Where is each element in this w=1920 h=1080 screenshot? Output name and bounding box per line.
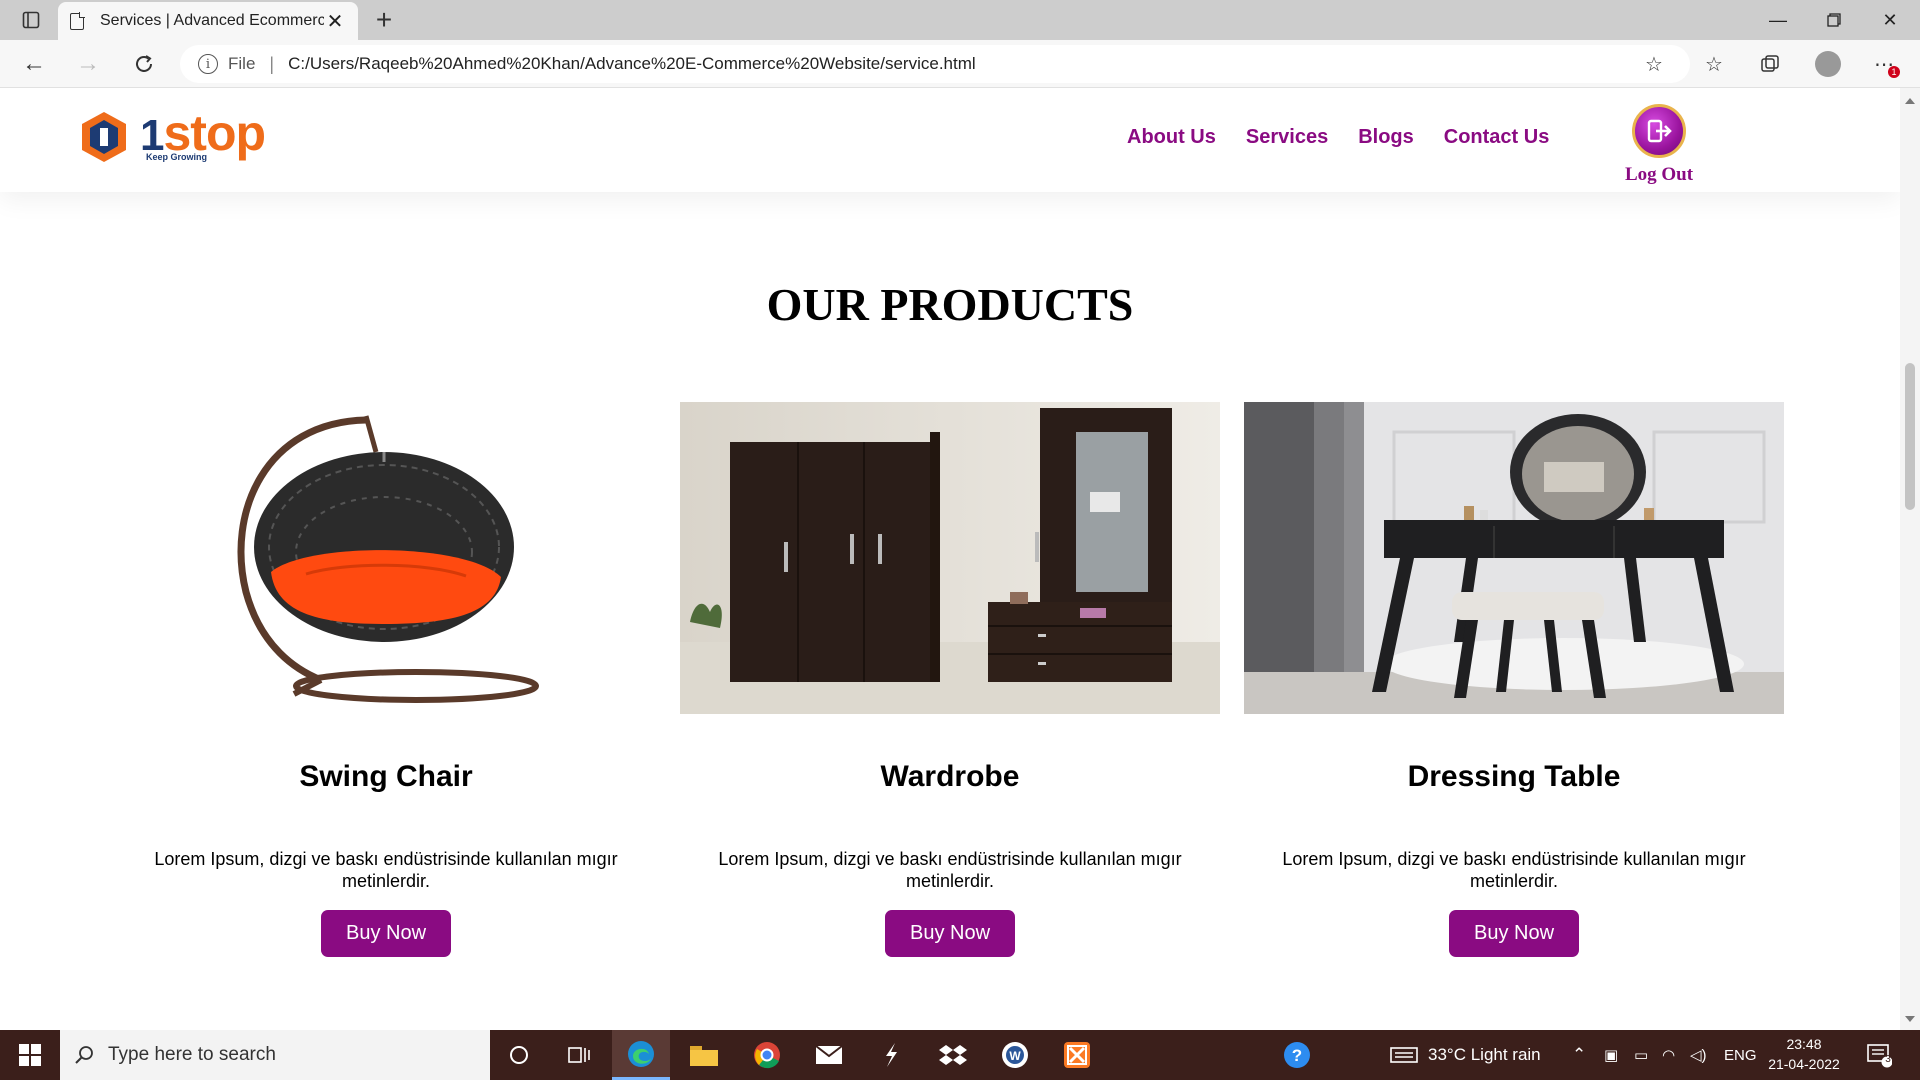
product-name: Swing Chair	[299, 760, 473, 793]
wifi-icon[interactable]: ◠	[1662, 1030, 1675, 1080]
clock-date: 21-04-2022	[1768, 1056, 1840, 1072]
chrome-icon[interactable]	[738, 1030, 796, 1080]
clock-time: 23:48	[1786, 1036, 1822, 1052]
scroll-down-icon[interactable]	[1905, 1016, 1915, 1022]
taskbar-search-input[interactable]: Type here to search	[60, 1030, 490, 1080]
buy-now-button[interactable]: Buy Now	[884, 910, 1016, 957]
language-indicator[interactable]: ENG	[1724, 1030, 1757, 1080]
restore-icon[interactable]	[1806, 0, 1862, 40]
buy-now-button[interactable]: Buy Now	[1448, 910, 1580, 957]
refresh-icon[interactable]	[126, 46, 162, 82]
task-view-icon[interactable]	[550, 1030, 608, 1080]
weather-icon	[1390, 1047, 1418, 1063]
file-explorer-icon[interactable]	[675, 1030, 733, 1080]
dropbox-icon[interactable]	[924, 1030, 982, 1080]
search-icon	[75, 1046, 93, 1064]
browser-tab-bar: Services | Advanced Ecommerce ✕ + — ✕	[0, 0, 1920, 40]
site-info-icon[interactable]: i	[198, 54, 218, 74]
url-separator: |	[269, 53, 275, 74]
taskbar-clock[interactable]: 23:48 21-04-2022	[1764, 1034, 1844, 1074]
buy-now-button[interactable]: Buy Now	[320, 910, 452, 957]
tab-close-icon[interactable]: ✕	[324, 9, 346, 34]
new-tab-button[interactable]: +	[368, 4, 400, 36]
windows-start-icon[interactable]	[0, 1030, 60, 1080]
browser-tab[interactable]: Services | Advanced Ecommerce ✕	[58, 2, 358, 40]
word-icon[interactable]: W	[986, 1030, 1044, 1080]
notification-count: 3	[1885, 1054, 1891, 1065]
search-placeholder: Type here to search	[108, 1044, 276, 1065]
help-icon[interactable]: ?	[1268, 1030, 1326, 1080]
page-scrollbar[interactable]	[1900, 88, 1920, 1030]
main-nav: About Us Services Blogs Contact Us	[1127, 126, 1579, 149]
forward-icon[interactable]: →	[70, 46, 106, 82]
volume-icon[interactable]: ◁)	[1690, 1030, 1707, 1080]
weather-widget[interactable]: 33°C Light rain	[1390, 1030, 1541, 1080]
window-close-icon[interactable]: ✕	[1862, 0, 1918, 40]
mail-icon[interactable]	[800, 1030, 858, 1080]
section-title: OUR PRODUCTS	[766, 279, 1134, 330]
nav-contact-us[interactable]: Contact Us	[1444, 126, 1550, 149]
notification-badge: 1	[1888, 66, 1900, 78]
tab-title: Services | Advanced Ecommerce	[100, 12, 324, 29]
scrollbar-thumb[interactable]	[1905, 363, 1915, 510]
product-name: Dressing Table	[1407, 760, 1621, 793]
cortana-icon[interactable]	[490, 1030, 548, 1080]
swing-chair-image	[116, 402, 656, 714]
nav-about-us[interactable]: About Us	[1127, 126, 1216, 149]
logout-button[interactable]: Log Out	[1622, 104, 1696, 186]
url-scheme: File	[228, 54, 256, 73]
add-favorite-icon[interactable]: ☆	[1640, 50, 1668, 78]
svg-text:?: ?	[1292, 1046, 1302, 1065]
taskbar: Type here to search W ? 33°C Light rain …	[0, 1030, 1920, 1080]
battery-icon[interactable]: ▭	[1634, 1030, 1648, 1080]
tray-chevron-icon[interactable]: ⌃	[1572, 1030, 1586, 1080]
profile-icon[interactable]	[1814, 50, 1842, 78]
page-viewport: 1stop Keep Growing About Us Services Blo…	[0, 88, 1900, 1030]
dressing-table-image	[1244, 402, 1784, 714]
site-logo[interactable]: 1stop Keep Growing	[80, 104, 266, 168]
url-text: C:/Users/Raqeeb%20Ahmed%20Khan/Advance%2…	[288, 54, 976, 73]
address-bar-row: ← → i File | C:/Users/Raqeeb%20Ahmed%20K…	[0, 40, 1920, 88]
product-card-wardrobe: Wardrobe Lorem Ipsum, dizgi ve baskı end…	[680, 402, 1220, 957]
xampp-icon[interactable]	[1048, 1030, 1106, 1080]
back-icon[interactable]: ←	[16, 46, 52, 82]
logo-hexagon-icon	[82, 112, 126, 162]
tab-actions-icon[interactable]	[12, 6, 50, 34]
edge-browser-icon[interactable]	[612, 1030, 670, 1080]
notification-center-icon[interactable]: 3	[1866, 1030, 1892, 1080]
product-card-dressing-table: Dressing Table Lorem Ipsum, dizgi ve bas…	[1244, 402, 1784, 957]
product-description: Lorem Ipsum, dizgi ve baskı endüstrisind…	[154, 849, 618, 891]
logo-tagline: Keep Growing	[146, 152, 208, 162]
svg-text:W: W	[1009, 1049, 1021, 1063]
logout-icon[interactable]	[1632, 104, 1686, 158]
product-name: Wardrobe	[880, 760, 1020, 793]
wardrobe-image	[680, 402, 1220, 714]
document-icon	[70, 11, 85, 30]
product-description: Lorem Ipsum, dizgi ve baskı endüstrisind…	[1282, 849, 1746, 891]
logout-label: Log Out	[1624, 164, 1694, 185]
favorites-icon[interactable]: ☆	[1700, 50, 1728, 78]
vscode-icon[interactable]	[862, 1030, 920, 1080]
scroll-up-icon[interactable]	[1905, 98, 1915, 104]
product-card-swing-chair: Swing Chair Lorem Ipsum, dizgi ve baskı …	[116, 402, 656, 957]
tray-usb-icon[interactable]: ▣	[1604, 1030, 1618, 1080]
minimize-icon[interactable]: —	[1750, 0, 1806, 40]
site-header: 1stop Keep Growing About Us Services Blo…	[0, 88, 1900, 192]
nav-services[interactable]: Services	[1246, 126, 1328, 149]
nav-blogs[interactable]: Blogs	[1358, 126, 1414, 149]
weather-text: 33°C Light rain	[1428, 1045, 1541, 1064]
product-description: Lorem Ipsum, dizgi ve baskı endüstrisind…	[718, 849, 1182, 891]
url-field[interactable]: i File | C:/Users/Raqeeb%20Ahmed%20Khan/…	[180, 45, 1690, 83]
settings-more-icon[interactable]: ⋯ 1	[1870, 50, 1900, 78]
collections-icon[interactable]	[1756, 50, 1784, 78]
